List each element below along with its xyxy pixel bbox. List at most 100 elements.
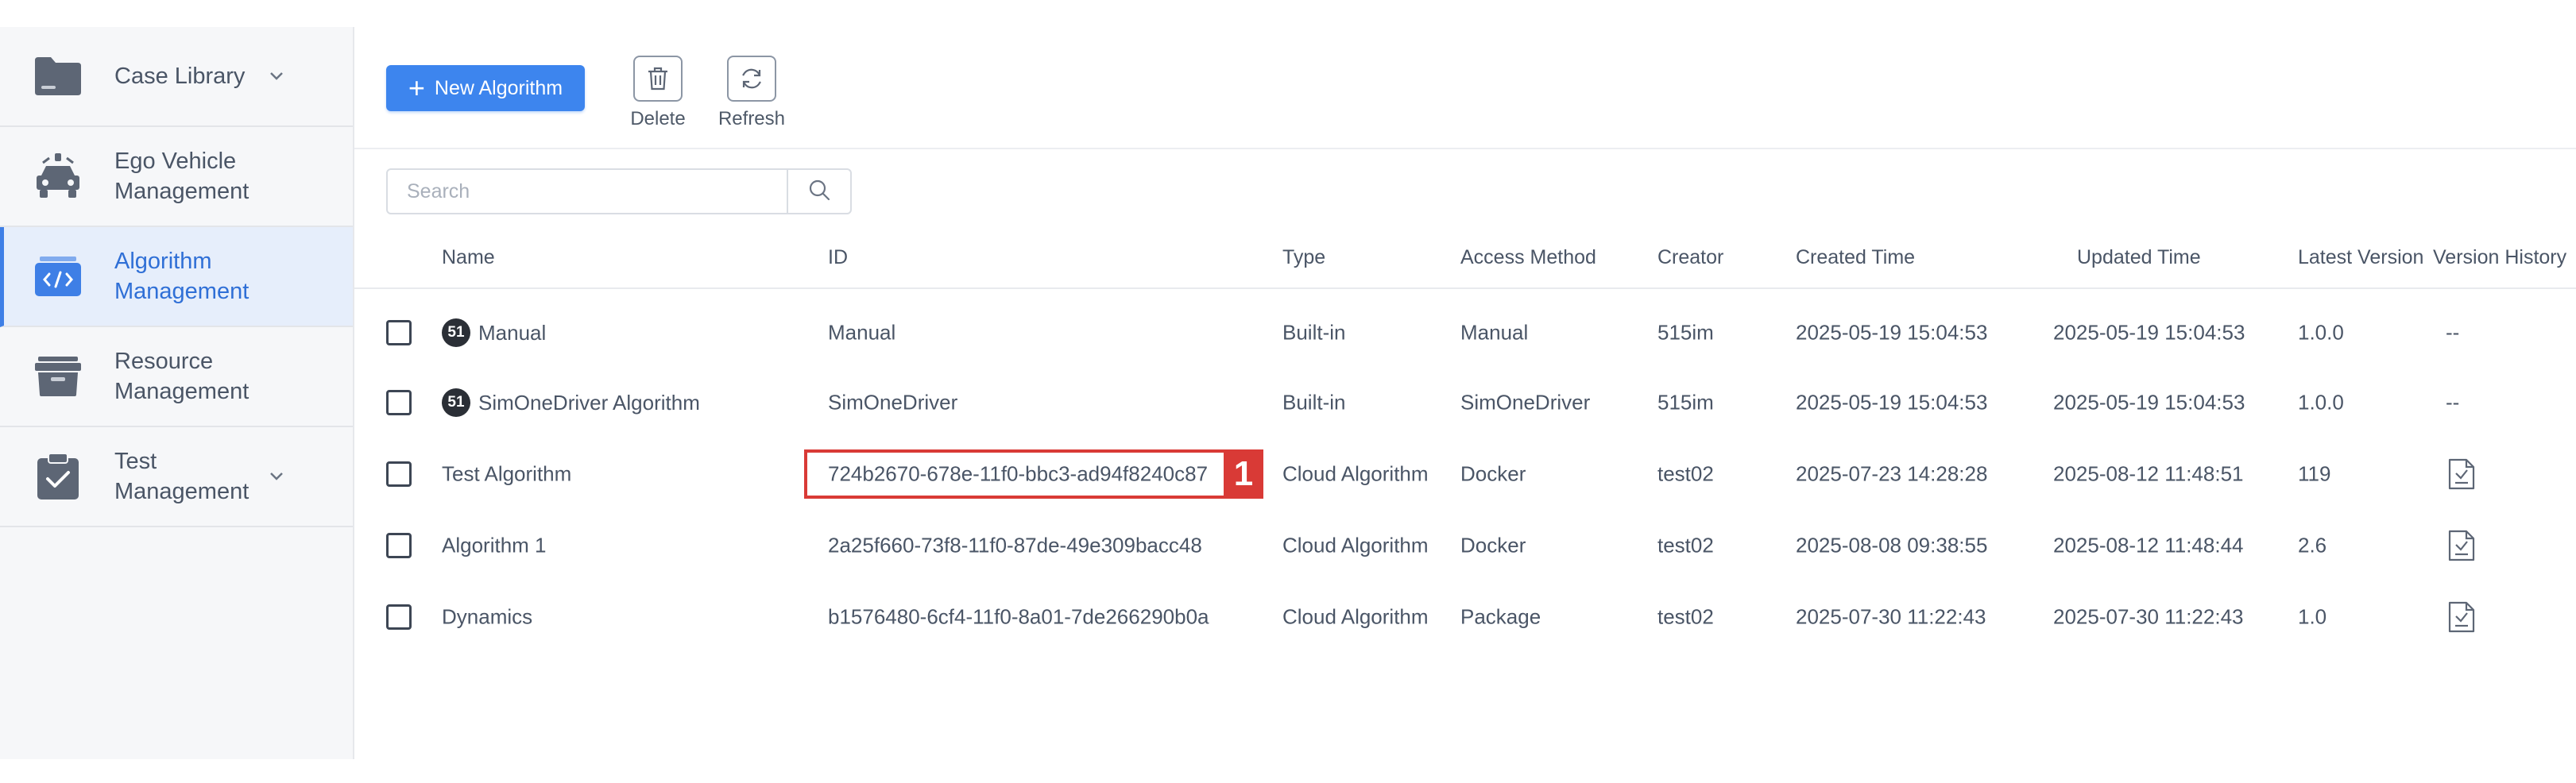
chevron-down-icon[interactable] xyxy=(265,465,288,488)
created-time-cell: 2025-05-19 15:04:53 xyxy=(1796,390,1988,415)
version-history-cell: -- xyxy=(2446,320,2460,345)
access-method-cell: Manual xyxy=(1460,320,1529,345)
latest-version-cell: 1.0.0 xyxy=(2298,390,2344,415)
plus-icon: + xyxy=(408,71,425,104)
delete-label: Delete xyxy=(630,108,686,129)
row-checkbox[interactable] xyxy=(386,604,412,630)
id-cell: b1576480-6cf4-11f0-8a01-7de266290b0a xyxy=(828,604,1209,629)
created-time-cell: 2025-08-08 09:38:55 xyxy=(1796,533,1988,557)
column-header-created-time: Created Time xyxy=(1796,246,1916,268)
updated-time-cell: 2025-08-12 11:48:51 xyxy=(2053,461,2244,486)
table-row[interactable]: 51 Manual Manual Built-in Manual 515im 2… xyxy=(354,297,2576,368)
created-time-cell: 2025-07-30 11:22:43 xyxy=(1796,604,1986,629)
sidebar: Case Library Ego Vehicle Management Algo… xyxy=(0,27,354,759)
refresh-label: Refresh xyxy=(717,108,786,129)
row-checkbox[interactable] xyxy=(386,533,412,558)
latest-version-cell: 1.0 xyxy=(2298,604,2327,629)
updated-time-cell: 2025-05-19 15:04:53 xyxy=(2053,320,2245,345)
creator-cell: test02 xyxy=(1657,604,1714,629)
row-checkbox[interactable] xyxy=(386,390,412,415)
algorithm-name: Dynamics xyxy=(442,604,533,629)
sidebar-item-test[interactable]: Test Management xyxy=(0,427,353,527)
vehicle-icon xyxy=(32,150,84,202)
algorithm-name: SimOneDriver Algorithm xyxy=(478,390,700,415)
name-cell: 51 SimOneDriver Algorithm xyxy=(442,388,700,417)
table-header-divider xyxy=(354,287,2576,289)
annotation-marker: 1 xyxy=(1224,449,1263,499)
table-row[interactable]: 51 SimOneDriver Algorithm SimOneDriver B… xyxy=(354,367,2576,438)
algorithm-name: Algorithm 1 xyxy=(442,533,547,557)
updated-time-cell: 2025-07-30 11:22:43 xyxy=(2053,604,2244,629)
id-cell: Manual xyxy=(828,320,896,345)
resource-box-icon xyxy=(32,350,84,403)
row-checkbox[interactable] xyxy=(386,320,412,345)
sidebar-item-ego-vehicle[interactable]: Ego Vehicle Management xyxy=(0,127,353,227)
table-row[interactable]: Dynamics b1576480-6cf4-11f0-8a01-7de2662… xyxy=(354,581,2576,653)
creator-cell: test02 xyxy=(1657,533,1714,557)
column-header-creator: Creator xyxy=(1657,246,1724,268)
latest-version-cell: 119 xyxy=(2298,461,2331,486)
sidebar-item-label: Test Management xyxy=(114,449,249,504)
column-header-id: ID xyxy=(828,246,848,268)
built-in-badge-icon: 51 xyxy=(442,318,470,347)
column-header-access-method: Access Method xyxy=(1460,246,1596,268)
column-header-updated-time: Updated Time xyxy=(2077,246,2201,268)
clipboard-check-icon xyxy=(32,450,84,503)
id-cell: SimOneDriver xyxy=(828,390,958,415)
code-icon xyxy=(32,250,84,303)
search-box xyxy=(386,168,852,214)
new-algorithm-button[interactable]: + New Algorithm xyxy=(386,65,585,111)
sidebar-item-label: Case Library xyxy=(114,64,246,89)
updated-time-cell: 2025-08-12 11:48:44 xyxy=(2053,533,2244,557)
column-header-name: Name xyxy=(442,246,495,268)
name-cell: 51 Manual xyxy=(442,318,546,347)
type-cell: Cloud Algorithm xyxy=(1282,533,1429,557)
type-cell: Cloud Algorithm xyxy=(1282,461,1429,486)
latest-version-cell: 1.0.0 xyxy=(2298,320,2344,345)
column-header-latest-version: Latest Version xyxy=(2298,246,2424,268)
type-cell: Built-in xyxy=(1282,390,1346,415)
algorithm-name: Test Algorithm xyxy=(442,461,572,486)
sidebar-item-label: Ego Vehicle Management xyxy=(114,148,249,204)
refresh-icon xyxy=(727,56,776,102)
toolbar-divider xyxy=(354,148,2576,149)
access-method-cell: Docker xyxy=(1460,533,1526,557)
table-row[interactable]: Test Algorithm 724b2670-678e-11f0-bbc3-a… xyxy=(354,438,2576,510)
latest-version-cell: 2.6 xyxy=(2298,533,2327,557)
created-time-cell: 2025-07-23 14:28:28 xyxy=(1796,461,1988,486)
version-history-icon[interactable] xyxy=(2447,529,2476,562)
new-algorithm-label: New Algorithm xyxy=(434,76,563,99)
highlight-box xyxy=(804,449,1263,499)
built-in-badge-icon: 51 xyxy=(442,388,470,417)
creator-cell: test02 xyxy=(1657,461,1714,486)
sidebar-item-algorithm[interactable]: Algorithm Management xyxy=(0,227,353,327)
search-input[interactable] xyxy=(388,170,787,213)
folder-icon xyxy=(32,50,84,102)
version-history-icon[interactable] xyxy=(2447,457,2476,491)
creator-cell: 515im xyxy=(1657,390,1714,415)
sidebar-item-label: Resource Management xyxy=(114,349,249,404)
created-time-cell: 2025-05-19 15:04:53 xyxy=(1796,320,1988,345)
delete-button[interactable]: Delete xyxy=(618,56,698,135)
column-header-version-history: Version History xyxy=(2433,246,2567,268)
column-header-type: Type xyxy=(1282,246,1326,268)
trash-icon xyxy=(633,56,683,102)
version-history-cell: -- xyxy=(2446,390,2460,415)
sidebar-item-resource[interactable]: Resource Management xyxy=(0,327,353,427)
table-row[interactable]: Algorithm 1 2a25f660-73f8-11f0-87de-49e3… xyxy=(354,510,2576,581)
search-button[interactable] xyxy=(787,170,850,213)
refresh-button[interactable]: Refresh xyxy=(712,56,791,135)
search-icon xyxy=(808,179,830,205)
chevron-down-icon[interactable] xyxy=(265,65,288,87)
sidebar-item-label: Algorithm Management xyxy=(114,249,249,304)
type-cell: Cloud Algorithm xyxy=(1282,604,1429,629)
access-method-cell: SimOneDriver xyxy=(1460,390,1591,415)
algorithm-name: Manual xyxy=(478,320,547,345)
sidebar-item-case-library[interactable]: Case Library xyxy=(0,27,353,127)
access-method-cell: Package xyxy=(1460,604,1541,629)
row-checkbox[interactable] xyxy=(386,461,412,487)
version-history-icon[interactable] xyxy=(2447,600,2476,634)
updated-time-cell: 2025-05-19 15:04:53 xyxy=(2053,390,2245,415)
access-method-cell: Docker xyxy=(1460,461,1526,486)
id-cell: 2a25f660-73f8-11f0-87de-49e309bacc48 xyxy=(828,533,1202,557)
